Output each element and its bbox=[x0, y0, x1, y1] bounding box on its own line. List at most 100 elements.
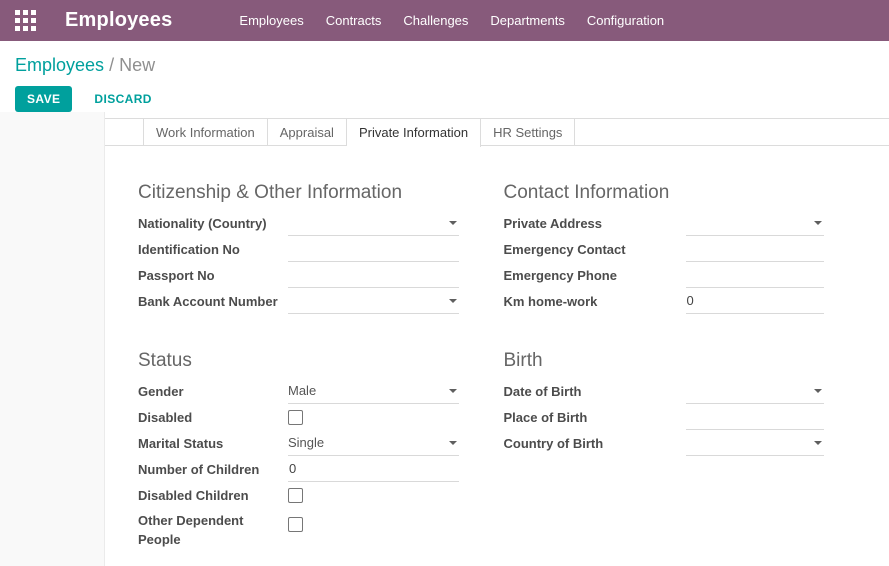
section-title-contact: Contact Information bbox=[503, 182, 670, 203]
other-dependent-people-checkbox[interactable] bbox=[288, 517, 303, 532]
field-label: Emergency Contact bbox=[503, 241, 626, 257]
form-sheet: Work Information Appraisal Private Infor… bbox=[105, 112, 889, 566]
field-label: Disabled bbox=[138, 409, 193, 425]
disabled-children-checkbox[interactable] bbox=[288, 487, 303, 503]
km-home-work-row: Km home-work bbox=[503, 288, 824, 314]
breadcrumb-current: New bbox=[119, 55, 156, 75]
disabled-children-row: Disabled Children bbox=[138, 482, 459, 508]
number-of-children-row: Number of Children bbox=[138, 456, 459, 482]
private-address-row: Private Address bbox=[503, 210, 824, 236]
identification-no-field bbox=[288, 236, 459, 262]
field-label: Marital Status bbox=[138, 435, 224, 451]
field-label: Km home-work bbox=[503, 293, 598, 309]
tab-appraisal[interactable]: Appraisal bbox=[267, 119, 347, 145]
app-title: Employees bbox=[65, 9, 173, 31]
date-of-birth-row: Date of Birth bbox=[503, 378, 824, 404]
breadcrumb-parent-link[interactable]: Employees bbox=[15, 55, 104, 75]
notebook-tabs: Work Information Appraisal Private Infor… bbox=[105, 118, 889, 147]
field-label: Date of Birth bbox=[503, 383, 582, 399]
place-of-birth-input[interactable] bbox=[685, 408, 824, 425]
section-title-status: Status bbox=[138, 350, 192, 371]
select-value: Single bbox=[288, 435, 325, 450]
tab-hr-settings[interactable]: HR Settings bbox=[481, 119, 576, 145]
navbar-menu: Employees Contracts Challenges Departmen… bbox=[228, 0, 675, 41]
section-title-birth: Birth bbox=[503, 350, 543, 371]
passport-no-row: Passport No bbox=[138, 262, 459, 288]
top-navbar: Employees Employees Contracts Challenges… bbox=[0, 0, 889, 41]
nav-item-configuration[interactable]: Configuration bbox=[576, 0, 675, 41]
country-of-birth-row: Country of Birth bbox=[503, 430, 824, 456]
emergency-contact-row: Emergency Contact bbox=[503, 236, 824, 262]
private-address-select[interactable] bbox=[685, 210, 824, 236]
number-of-children-field bbox=[288, 456, 459, 482]
gender-row: Gender Male bbox=[138, 378, 459, 404]
marital-status-select[interactable]: Single bbox=[288, 430, 459, 456]
bank-account-select[interactable] bbox=[288, 288, 459, 314]
disabled-field bbox=[288, 404, 459, 430]
place-of-birth-row: Place of Birth bbox=[503, 404, 824, 430]
field-label: Passport No bbox=[138, 267, 215, 283]
field-label: Other Dependent People bbox=[138, 513, 244, 547]
citizenship-section: Citizenship & Other Information National… bbox=[138, 146, 459, 314]
dropdown-caret-icon bbox=[448, 441, 457, 445]
tab-work-information[interactable]: Work Information bbox=[144, 119, 268, 145]
content-area: Work Information Appraisal Private Infor… bbox=[0, 112, 889, 566]
dropdown-caret-icon bbox=[814, 441, 822, 445]
breadcrumb-separator: / bbox=[109, 55, 120, 75]
marital-status-row: Marital Status Single bbox=[138, 430, 459, 456]
disabled-row: Disabled bbox=[138, 404, 459, 430]
action-buttons: SAVE DISCARD bbox=[15, 86, 874, 112]
save-button[interactable]: SAVE bbox=[15, 86, 73, 112]
emergency-phone-row: Emergency Phone bbox=[503, 262, 824, 288]
field-label: Disabled Children bbox=[138, 487, 249, 503]
emergency-contact-field bbox=[685, 236, 824, 262]
dropdown-caret-icon bbox=[814, 389, 822, 393]
km-home-work-input[interactable] bbox=[685, 292, 824, 309]
section-title-citizenship: Citizenship & Other Information bbox=[138, 182, 403, 203]
nav-item-contracts[interactable]: Contracts bbox=[315, 0, 393, 41]
passport-no-field bbox=[288, 262, 459, 288]
bank-account-row: Bank Account Number bbox=[138, 288, 459, 314]
select-value: Male bbox=[288, 383, 317, 398]
tab-strip-spacer bbox=[105, 119, 144, 145]
control-panel: Employees / New SAVE DISCARD bbox=[0, 41, 889, 112]
other-dependent-people-row: Other Dependent People bbox=[138, 508, 459, 549]
field-label: Country of Birth bbox=[503, 435, 604, 451]
date-of-birth-select[interactable] bbox=[685, 378, 824, 404]
emergency-phone-input[interactable] bbox=[685, 266, 824, 283]
tab-private-information[interactable]: Private Information bbox=[346, 119, 482, 147]
country-of-birth-select[interactable] bbox=[685, 430, 824, 456]
field-label: Place of Birth bbox=[503, 409, 588, 425]
gender-select[interactable]: Male bbox=[288, 378, 459, 404]
passport-no-input[interactable] bbox=[288, 266, 459, 283]
identification-no-row: Identification No bbox=[138, 236, 459, 262]
number-of-children-input[interactable] bbox=[288, 460, 459, 477]
field-label: Private Address bbox=[503, 215, 603, 231]
place-of-birth-field bbox=[685, 404, 824, 430]
dropdown-caret-icon bbox=[448, 299, 457, 303]
nationality-row: Nationality (Country) bbox=[138, 210, 459, 236]
status-section: Status Gender Male Disabled Marital Stat… bbox=[138, 314, 459, 549]
field-label: Number of Children bbox=[138, 461, 260, 477]
km-home-work-field bbox=[685, 288, 824, 314]
other-dependent-people-field bbox=[288, 511, 459, 537]
dropdown-caret-icon bbox=[448, 389, 457, 393]
private-information-page: Citizenship & Other Information National… bbox=[105, 146, 889, 549]
disabled-checkbox[interactable] bbox=[288, 409, 303, 425]
emergency-contact-input[interactable] bbox=[685, 240, 824, 257]
nav-item-employees[interactable]: Employees bbox=[228, 0, 314, 41]
identification-no-input[interactable] bbox=[288, 240, 459, 257]
contact-section: Contact Information Private Address Emer… bbox=[503, 146, 824, 314]
breadcrumb: Employees / New bbox=[15, 55, 874, 76]
nav-item-departments[interactable]: Departments bbox=[479, 0, 575, 41]
dropdown-caret-icon bbox=[448, 221, 457, 225]
nationality-select[interactable] bbox=[288, 210, 459, 236]
field-label: Gender bbox=[138, 383, 184, 399]
discard-button[interactable]: DISCARD bbox=[88, 91, 157, 107]
field-label: Nationality (Country) bbox=[138, 215, 267, 231]
apps-grid-icon[interactable] bbox=[15, 10, 36, 31]
left-gutter bbox=[0, 112, 105, 566]
nav-item-challenges[interactable]: Challenges bbox=[392, 0, 479, 41]
field-label: Emergency Phone bbox=[503, 267, 617, 283]
emergency-phone-field bbox=[685, 262, 824, 288]
